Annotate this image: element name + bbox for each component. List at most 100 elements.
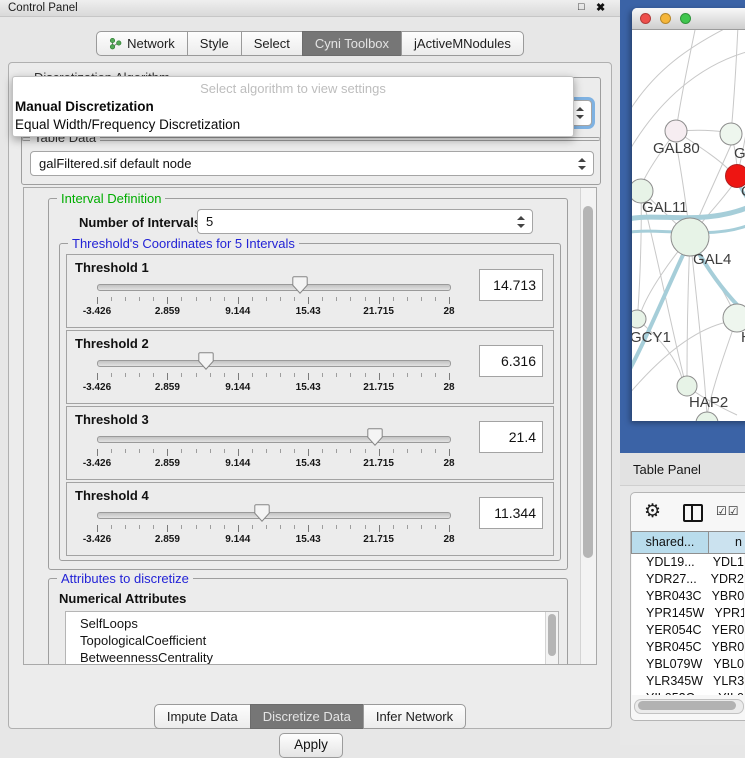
slider-track[interactable] bbox=[97, 284, 451, 291]
algorithm-dropdown-popup: Select algorithm to view settings Manual… bbox=[12, 76, 574, 137]
table-row[interactable]: YIL052CYIL0 bbox=[632, 690, 744, 695]
close-icon[interactable]: ✖ bbox=[596, 1, 605, 14]
control-panel-titlebar: Control Panel bbox=[0, 0, 620, 17]
table-panel-header: Table Panel bbox=[620, 453, 745, 486]
close-traffic-light[interactable] bbox=[640, 13, 651, 24]
attribute-item[interactable]: BetweennessCentrality bbox=[66, 649, 558, 665]
network-node[interactable] bbox=[677, 376, 697, 396]
tab-impute-data[interactable]: Impute Data bbox=[154, 704, 251, 729]
cyni-toolbox-panel: Discretization Algorithm Table Data galF… bbox=[8, 62, 612, 729]
threshold-value-input[interactable] bbox=[479, 497, 543, 529]
network-node[interactable] bbox=[632, 310, 646, 328]
cell-shared-name: YLR345W bbox=[632, 673, 703, 690]
number-of-intervals-value: 5 bbox=[206, 214, 213, 229]
slider-thumb[interactable] bbox=[367, 428, 383, 446]
table-data-combobox[interactable]: galFiltered.sif default node bbox=[30, 151, 594, 176]
table-rows: YDL19...YDL1YDR27...YDR2YBR043CYBR0YPR14… bbox=[632, 554, 744, 695]
table-data-group: Table Data galFiltered.sif default node bbox=[21, 137, 601, 185]
tab-network[interactable]: Network bbox=[96, 31, 188, 56]
spinner-arrows-icon bbox=[517, 216, 525, 228]
slider-thumb[interactable] bbox=[254, 504, 270, 522]
cell-name: YER0 bbox=[702, 622, 744, 639]
tab-label: Select bbox=[254, 32, 290, 55]
slider-track[interactable] bbox=[97, 512, 451, 519]
table-header-row: shared... n bbox=[631, 531, 745, 554]
node-label: C bbox=[741, 183, 745, 200]
table-toolbar: ⚙ ☑☑ bbox=[631, 493, 745, 531]
table-row[interactable]: YBR043CYBR0 bbox=[632, 588, 744, 605]
tab-label: Cyni Toolbox bbox=[315, 32, 389, 55]
cell-name: YDL1 bbox=[703, 554, 744, 571]
table-row[interactable]: YBL079WYBL0 bbox=[632, 656, 744, 673]
number-of-intervals-combobox[interactable]: 5 bbox=[197, 209, 533, 234]
slider-thumb[interactable] bbox=[292, 276, 308, 294]
attribute-item[interactable]: SelfLoops bbox=[66, 615, 558, 632]
scrollbar-thumb[interactable] bbox=[638, 701, 736, 710]
gear-icon[interactable]: ⚙ bbox=[644, 500, 661, 523]
network-graph: GAL80GCGAL11GAL4GCY1HHAP2 bbox=[632, 30, 745, 421]
cell-shared-name: YDR27... bbox=[632, 571, 701, 588]
minimize-traffic-light[interactable] bbox=[660, 13, 671, 24]
slider-track[interactable] bbox=[97, 360, 451, 367]
dropdown-option-manual-discretization[interactable]: Manual Discretization bbox=[13, 98, 573, 116]
network-node[interactable] bbox=[665, 120, 687, 142]
float-window-icon[interactable]: □ bbox=[578, 1, 585, 13]
network-window-titlebar[interactable] bbox=[632, 8, 745, 30]
table-row[interactable]: YLR345WYLR3 bbox=[632, 673, 744, 690]
network-node[interactable] bbox=[696, 412, 718, 421]
threshold-value-input[interactable] bbox=[479, 421, 543, 453]
threshold-value-input[interactable] bbox=[479, 345, 543, 377]
attributes-scrollbar[interactable] bbox=[545, 612, 558, 665]
tab-style[interactable]: Style bbox=[187, 31, 242, 56]
threshold-label: Threshold 1 bbox=[75, 260, 149, 275]
attribute-item[interactable]: TopologicalCoefficient bbox=[66, 632, 558, 649]
threshold-row: Threshold 3 -3.4262.8599.14415.4321.7152… bbox=[66, 406, 554, 480]
network-canvas[interactable]: GAL80GCGAL11GAL4GCY1HHAP2 bbox=[632, 30, 745, 421]
settings-scrollbar[interactable] bbox=[580, 188, 596, 664]
dropdown-option-equal-width-frequency[interactable]: Equal Width/Frequency Discretization bbox=[13, 116, 573, 134]
cell-shared-name: YBR045C bbox=[632, 639, 702, 656]
scrollbar-thumb[interactable] bbox=[583, 206, 593, 558]
table-row[interactable]: YDL19...YDL1 bbox=[632, 554, 744, 571]
slider-scale-labels: -3.4262.8599.14415.4321.71528 bbox=[97, 382, 449, 394]
threshold-coordinates-group: Threshold's Coordinates for 5 Intervals … bbox=[59, 243, 561, 561]
network-node[interactable] bbox=[720, 123, 742, 145]
column-header-shared[interactable]: shared... bbox=[631, 531, 709, 554]
tab-label: jActiveMNodules bbox=[414, 32, 511, 55]
node-label: GCY1 bbox=[632, 329, 671, 346]
column-header-name[interactable]: n bbox=[708, 531, 745, 554]
apply-button[interactable]: Apply bbox=[279, 733, 343, 758]
checkbox-columns-icon[interactable]: ☑☑ bbox=[716, 504, 740, 518]
tab-jactivemnodules[interactable]: jActiveMNodules bbox=[401, 31, 524, 56]
tab-discretize-data[interactable]: Discretize Data bbox=[250, 704, 364, 729]
network-node[interactable] bbox=[723, 304, 745, 332]
tab-cyni-toolbox[interactable]: Cyni Toolbox bbox=[302, 31, 402, 56]
zoom-traffic-light[interactable] bbox=[680, 13, 691, 24]
network-icon bbox=[109, 37, 122, 50]
cell-name: YPR1 bbox=[704, 605, 744, 622]
spinner-arrows-icon bbox=[578, 158, 586, 170]
group-title: Threshold's Coordinates for 5 Intervals bbox=[68, 236, 299, 251]
table-row[interactable]: YBR045CYBR0 bbox=[632, 639, 744, 656]
attributes-list[interactable]: SelfLoopsTopologicalCoefficientBetweenne… bbox=[65, 611, 559, 665]
group-title: Interval Definition bbox=[57, 191, 165, 206]
number-of-intervals-label: Number of Intervals bbox=[79, 215, 201, 230]
slider-track[interactable] bbox=[97, 436, 451, 443]
table-row[interactable]: YPR145WYPR1 bbox=[632, 605, 744, 622]
tab-label: Discretize Data bbox=[263, 705, 351, 728]
cell-shared-name: YBL079W bbox=[632, 656, 703, 673]
table-row[interactable]: YDR27...YDR2 bbox=[632, 571, 744, 588]
tab-select[interactable]: Select bbox=[241, 31, 303, 56]
node-label: G bbox=[734, 145, 745, 162]
spinner-arrows-icon bbox=[576, 107, 584, 119]
threshold-value-input[interactable] bbox=[479, 269, 543, 301]
slider-thumb[interactable] bbox=[198, 352, 214, 370]
tab-infer-network[interactable]: Infer Network bbox=[363, 704, 466, 729]
table-row[interactable]: YER054CYER0 bbox=[632, 622, 744, 639]
scrollbar-thumb[interactable] bbox=[548, 614, 556, 656]
slider-ticks bbox=[97, 525, 449, 533]
split-panel-icon[interactable] bbox=[683, 504, 703, 522]
cell-name: YBL0 bbox=[703, 656, 744, 673]
settings-scrollpane: Interval Definition Number of Intervals … bbox=[23, 187, 597, 665]
horizontal-scrollbar[interactable] bbox=[634, 699, 744, 714]
